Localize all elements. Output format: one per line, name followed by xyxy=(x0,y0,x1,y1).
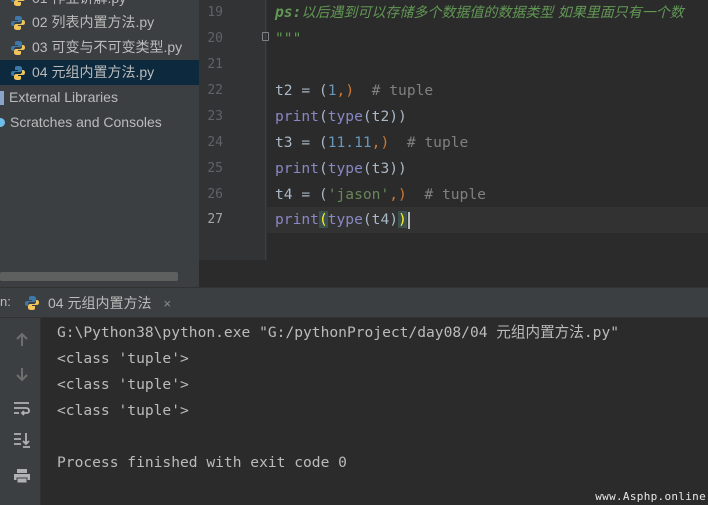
tree-file-label: 03 可变与不可变类型.py xyxy=(32,39,183,55)
fold-marker-icon[interactable] xyxy=(262,32,269,41)
code-builtin: print xyxy=(275,160,319,177)
code-comment: # tuple xyxy=(354,82,434,99)
down-arrow-icon[interactable] xyxy=(12,364,32,384)
console-line-exit: Process finished with exit code 0 xyxy=(57,454,347,471)
code-number: 11.11 xyxy=(327,134,372,151)
console-line: <class 'tuple'> xyxy=(57,402,189,419)
line-number: 23 xyxy=(207,109,223,124)
python-file-icon xyxy=(11,40,25,55)
tree-node-scratches[interactable]: Scratches and Consoles xyxy=(0,110,199,135)
scroll-to-end-icon[interactable] xyxy=(12,430,32,450)
code-variable: t3 xyxy=(275,134,293,151)
soft-wrap-icon[interactable] xyxy=(12,398,32,418)
python-file-icon xyxy=(11,15,25,30)
code-args: (t3)) xyxy=(362,160,407,177)
console-line: <class 'tuple'> xyxy=(57,350,189,367)
line-number: 26 xyxy=(207,187,223,202)
python-file-icon xyxy=(11,0,25,6)
code-variable: t2 xyxy=(275,82,293,99)
run-tab[interactable]: 04 元组内置方法 × xyxy=(24,288,171,318)
code-operator: = ( xyxy=(292,186,328,203)
code-line-27[interactable]: print(type(t4)) xyxy=(275,207,410,233)
code-line-25[interactable]: print(type(t3)) xyxy=(275,156,407,182)
watermark: www.Asphp.online xyxy=(595,490,706,503)
code-comment: # tuple xyxy=(406,186,486,203)
console-line: G:\Python38\python.exe "G:/pythonProject… xyxy=(57,324,620,341)
code-line-22[interactable]: t2 = (1,) # tuple xyxy=(275,78,433,104)
python-file-icon xyxy=(11,65,25,80)
line-number: 20 xyxy=(207,31,223,46)
code-string: 'jason' xyxy=(327,186,390,203)
code-operator: = ( xyxy=(292,134,328,151)
code-args: (t4) xyxy=(362,211,399,228)
close-icon[interactable]: × xyxy=(163,296,171,311)
code-builtin: type xyxy=(327,160,363,177)
tree-node-label: Scratches and Consoles xyxy=(10,114,162,130)
code-builtin: type xyxy=(327,108,363,125)
code-builtin: print xyxy=(275,108,319,125)
tree-file-label: 04 元组内置方法.py xyxy=(32,64,155,80)
run-console-output[interactable]: G:\Python38\python.exe "G:/pythonProject… xyxy=(41,318,708,505)
python-file-icon xyxy=(25,296,39,310)
code-paren-matched: ) xyxy=(398,211,407,228)
up-arrow-icon[interactable] xyxy=(12,330,32,350)
editor-empty-area xyxy=(199,260,708,287)
code-line-23[interactable]: print(type(t2)) xyxy=(275,104,407,130)
run-tab-label: 04 元组内置方法 xyxy=(48,295,152,311)
tree-file-03[interactable]: 03 可变与不可变类型.py xyxy=(0,35,199,60)
line-number: 25 xyxy=(207,161,223,176)
code-paren: ( xyxy=(318,108,328,125)
scratches-icon xyxy=(0,118,5,127)
code-builtin: type xyxy=(327,211,363,228)
code-builtin: print xyxy=(275,211,319,228)
code-line-19[interactable]: ps:以后遇到可以存储多个数据值的数据类型 如果里面只有一个数 xyxy=(275,0,684,26)
code-editor[interactable]: 19 20 21 22 23 24 25 26 27 ps:以后遇到可以存储多个… xyxy=(199,0,708,287)
line-number: 24 xyxy=(207,135,223,150)
run-label: n: xyxy=(0,294,11,309)
code-paren: ( xyxy=(318,160,328,177)
code-variable: t4 xyxy=(275,186,293,203)
code-operator: = ( xyxy=(292,82,328,99)
tree-node-external-libraries[interactable]: External Libraries xyxy=(0,85,199,110)
line-number-current: 27 xyxy=(207,212,223,227)
code-args: (t2)) xyxy=(362,108,407,125)
code-number: 1 xyxy=(327,82,337,99)
project-tree-panel: 01 作业讲解.py 02 列表内置方法.py 03 可变与不可变类型.py 0… xyxy=(0,0,199,287)
line-number: 21 xyxy=(207,57,223,72)
docstring-close: """ xyxy=(275,30,302,47)
line-number: 22 xyxy=(207,83,223,98)
code-punct: ,) xyxy=(336,82,355,99)
tree-file-02[interactable]: 02 列表内置方法.py xyxy=(0,10,199,35)
run-tool-window-header: n: 04 元组内置方法 × xyxy=(0,287,708,318)
code-punct: ,) xyxy=(371,134,390,151)
docstring-tag: ps: xyxy=(275,4,302,21)
code-punct: ,) xyxy=(389,186,407,203)
docstring-text: 以后遇到可以存储多个数据值的数据类型 如果里面只有一个数 xyxy=(301,5,684,21)
tree-file-label: 02 列表内置方法.py xyxy=(32,14,155,30)
library-icon xyxy=(0,90,4,105)
horizontal-scrollbar[interactable] xyxy=(0,272,178,281)
code-paren-matched: ( xyxy=(318,211,328,228)
line-number: 19 xyxy=(207,5,223,20)
tree-node-label: External Libraries xyxy=(9,89,118,105)
print-icon[interactable] xyxy=(12,466,32,486)
code-line-26[interactable]: t4 = ('jason',) # tuple xyxy=(275,182,486,208)
tree-file-04-selected[interactable]: 04 元组内置方法.py xyxy=(0,60,199,85)
run-toolbar xyxy=(0,318,41,505)
code-comment: # tuple xyxy=(389,134,469,151)
code-line-20[interactable]: """ xyxy=(275,26,301,52)
code-line-24[interactable]: t3 = (11.11,) # tuple xyxy=(275,130,468,156)
console-line: <class 'tuple'> xyxy=(57,376,189,393)
text-cursor xyxy=(407,211,410,229)
